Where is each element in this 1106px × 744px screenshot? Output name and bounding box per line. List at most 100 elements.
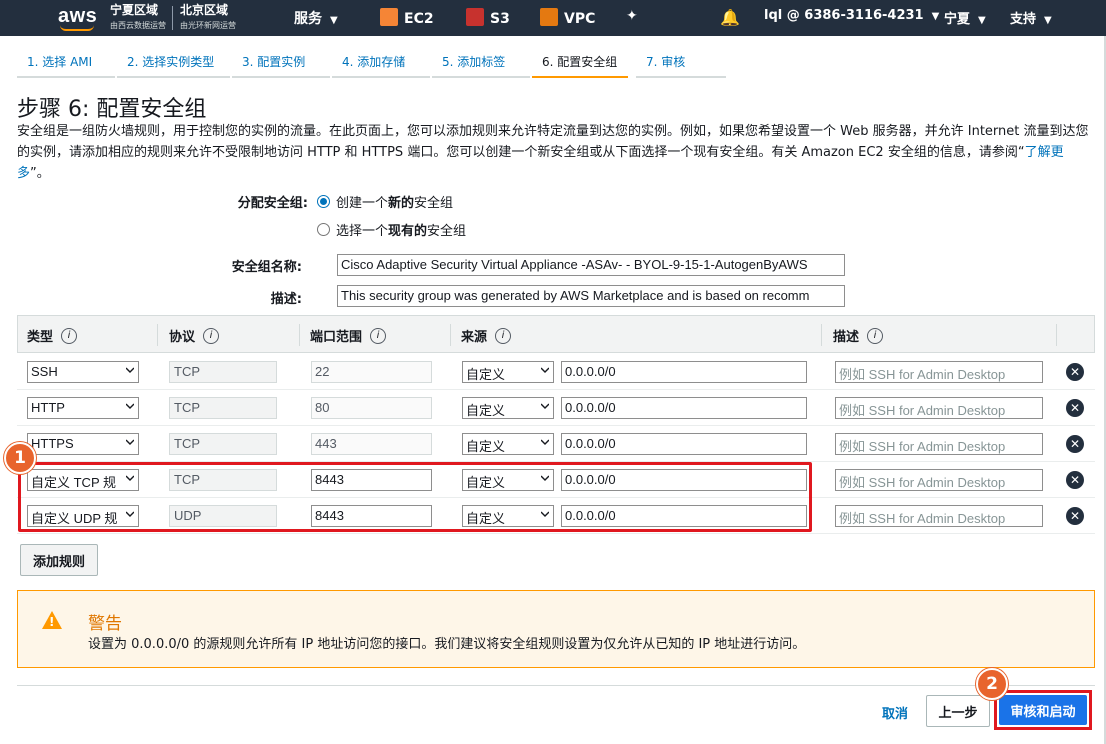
radio-label-post: 安全组 [427, 224, 467, 239]
tab-instance-type[interactable]: 2. 选择实例类型 [117, 52, 230, 78]
chevron-down-icon [126, 403, 134, 409]
bell-icon[interactable]: 🔔 [720, 8, 740, 27]
tab-add-storage[interactable]: 4. 添加存储 [332, 52, 430, 78]
table-row: SSH TCP 22 自定义 0.0.0.0/0 例如 SSH for Admi… [17, 354, 1095, 390]
chevron-down-icon [541, 439, 549, 445]
remove-rule-icon[interactable]: ✕ [1066, 363, 1084, 381]
column-divider [450, 324, 451, 346]
rule-description-input[interactable]: 例如 SSH for Admin Desktop [835, 469, 1043, 491]
region-label: 宁夏 [944, 12, 971, 27]
column-divider [157, 324, 158, 346]
cidr-input[interactable]: 0.0.0.0/0 [561, 433, 807, 455]
services-label: 服务 [294, 11, 322, 27]
rule-description-input[interactable]: 例如 SSH for Admin Desktop [835, 397, 1043, 419]
port-range-field: 80 [311, 397, 432, 419]
rules-table-header: 类型 i 协议 i 端口范围 i 来源 i 描述 i [17, 315, 1095, 353]
tab-security-group[interactable]: 6. 配置安全组 [532, 52, 628, 78]
col-protocol-label: 协议 [169, 330, 196, 345]
remove-rule-icon[interactable]: ✕ [1066, 399, 1084, 417]
type-value: HTTP [31, 400, 65, 415]
cancel-button[interactable]: 取消 [882, 703, 908, 722]
top-nav: aws 宁夏区域 由西云数据运营 北京区域 由光环新网运营 服务 ▼ EC2 S3… [0, 0, 1106, 36]
radio-button[interactable] [317, 223, 330, 236]
col-protocol-header: 协议 i [169, 326, 220, 345]
region-title: 宁夏区域 [110, 3, 159, 17]
table-row: HTTP TCP 80 自定义 0.0.0.0/0 例如 SSH for Adm… [17, 390, 1095, 426]
radio-select-existing[interactable]: 选择一个 现有的 安全组 [317, 220, 466, 239]
previous-button[interactable]: 上一步 [926, 695, 990, 727]
column-divider [1056, 324, 1057, 346]
vpc-icon [540, 8, 558, 26]
vpc-shortcut[interactable]: VPC [540, 8, 595, 27]
radio-create-new[interactable]: 创建一个 新的 安全组 [317, 192, 453, 211]
warning-icon: ! [42, 611, 62, 629]
protocol-field: TCP [169, 433, 277, 455]
col-source-header: 来源 i [461, 326, 512, 345]
type-select[interactable]: SSH [27, 361, 139, 383]
sg-description-label: 描述: [270, 292, 302, 307]
info-icon[interactable]: i [867, 327, 884, 344]
cidr-input[interactable]: 0.0.0.0/0 [561, 361, 807, 383]
column-divider [299, 324, 300, 346]
source-value: 自定义 [466, 403, 506, 418]
col-description-header: 描述 i [833, 326, 884, 345]
type-value: SSH [31, 364, 58, 379]
type-select[interactable]: HTTPS [27, 433, 139, 455]
tab-review[interactable]: 7. 审核 [636, 52, 726, 78]
warning-text: 设置为 0.0.0.0/0 的源规则允许所有 IP 地址访问您的接口。我们建议将… [88, 637, 806, 652]
col-source-label: 来源 [461, 330, 488, 345]
step-badge-2: 2 [976, 668, 1008, 700]
radio-label-pre: 创建一个 [336, 196, 389, 211]
s3-shortcut[interactable]: S3 [466, 8, 510, 27]
rule-description-input[interactable]: 例如 SSH for Admin Desktop [835, 505, 1043, 527]
column-divider [821, 324, 822, 346]
account-menu[interactable]: lql @ 6386-3116-4231 ▼ [764, 8, 939, 23]
region-title: 北京区域 [180, 3, 229, 17]
region-ningxia: 宁夏区域 由西云数据运营 [110, 3, 166, 33]
highlight-box-launch: 审核和启动 [994, 690, 1092, 730]
source-select[interactable]: 自定义 [462, 397, 554, 419]
chevron-down-icon [126, 439, 134, 445]
chevron-down-icon: ▼ [1044, 15, 1052, 26]
rule-description-input[interactable]: 例如 SSH for Admin Desktop [835, 361, 1043, 383]
info-icon[interactable]: i [203, 327, 220, 344]
pin-icon[interactable]: ✦ [626, 8, 638, 24]
remove-rule-icon[interactable]: ✕ [1066, 507, 1084, 525]
tab-choose-ami[interactable]: 1. 选择 AMI [17, 52, 115, 78]
support-menu[interactable]: 支持 ▼ [1010, 8, 1052, 27]
radio-button[interactable] [317, 195, 330, 208]
footer-divider [17, 685, 1095, 686]
source-select[interactable]: 自定义 [462, 433, 554, 455]
ec2-shortcut[interactable]: EC2 [380, 8, 434, 27]
rule-description-input[interactable]: 例如 SSH for Admin Desktop [835, 433, 1043, 455]
type-value: HTTPS [31, 436, 74, 451]
info-icon[interactable]: i [370, 327, 387, 344]
chevron-down-icon: ▼ [931, 11, 940, 22]
source-select[interactable]: 自定义 [462, 361, 554, 383]
sg-name-label: 安全组名称: [231, 260, 302, 275]
review-and-launch-button[interactable]: 审核和启动 [999, 695, 1087, 725]
radio-label-pre: 选择一个 [336, 224, 389, 239]
col-port-header: 端口范围 i [310, 326, 387, 345]
page-title: 步骤 6: 配置安全组 [17, 97, 207, 122]
region-menu[interactable]: 宁夏 ▼ [944, 8, 986, 27]
info-icon[interactable]: i [495, 327, 512, 344]
region-beijing: 北京区域 由光环新网运营 [180, 3, 236, 33]
assign-sg-label: 分配安全组: [237, 196, 308, 211]
remove-rule-icon[interactable]: ✕ [1066, 471, 1084, 489]
source-value: 自定义 [466, 367, 506, 382]
tab-configure-instance[interactable]: 3. 配置实例 [232, 52, 330, 78]
col-description-label: 描述 [833, 330, 860, 345]
tab-add-tags[interactable]: 5. 添加标签 [432, 52, 530, 78]
info-icon[interactable]: i [61, 327, 78, 344]
intro-body: 安全组是一组防火墙规则，用于控制您的实例的流量。在此页面上，您可以添加规则来允许… [17, 124, 1089, 160]
radio-label-post: 安全组 [414, 196, 454, 211]
remove-rule-icon[interactable]: ✕ [1066, 435, 1084, 453]
type-select[interactable]: HTTP [27, 397, 139, 419]
services-menu[interactable]: 服务 ▼ [294, 8, 338, 28]
col-type-header: 类型 i [27, 326, 78, 345]
add-rule-button[interactable]: 添加规则 [20, 544, 98, 576]
sg-description-input[interactable]: This security group was generated by AWS… [337, 285, 845, 307]
cidr-input[interactable]: 0.0.0.0/0 [561, 397, 807, 419]
sg-name-input[interactable]: Cisco Adaptive Security Virtual Applianc… [337, 254, 845, 276]
